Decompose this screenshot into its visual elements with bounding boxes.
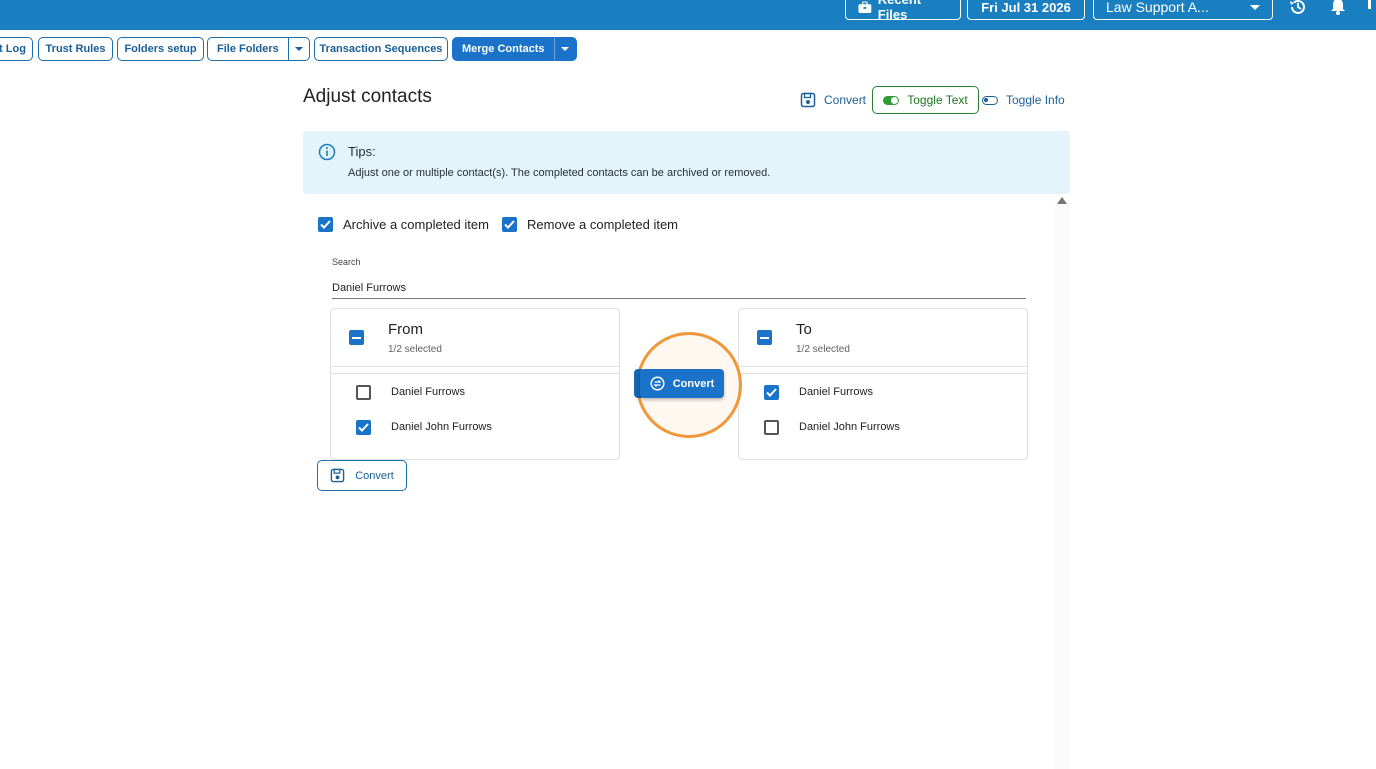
bottom-convert-label: Convert — [355, 469, 394, 482]
info-icon — [318, 143, 336, 161]
item-label: Daniel John Furrows — [391, 421, 492, 433]
recent-files-button[interactable]: Recent Files — [845, 0, 961, 22]
tab-label: Folders setup — [124, 43, 197, 55]
more-icon[interactable] — [1362, 0, 1376, 18]
toggle-text-label: Toggle Text — [907, 93, 968, 107]
check-icon — [766, 387, 777, 397]
scrollbar-track[interactable] — [1055, 205, 1070, 769]
item-label: Daniel Furrows — [799, 386, 873, 398]
from-select-all-checkbox[interactable] — [349, 330, 364, 345]
tab-label: Transaction Sequences — [319, 43, 443, 55]
date-label: Fri Jul 31 2026 — [981, 0, 1071, 15]
remove-checkbox[interactable] — [502, 217, 517, 232]
remove-option[interactable]: Remove a completed item — [502, 217, 678, 232]
tab-label: Trust Rules — [45, 43, 106, 55]
item-checkbox[interactable] — [356, 384, 371, 400]
toggle-off-icon — [982, 95, 998, 105]
tab-transaction-sequences[interactable]: Transaction Sequences — [314, 37, 448, 61]
toggle-on-icon — [883, 95, 900, 105]
top-app-bar: Recent Files Fri Jul 31 2026 Law Support… — [0, 0, 1376, 30]
save-icon — [800, 92, 816, 108]
bell-icon[interactable] — [1327, 0, 1349, 18]
user-select[interactable]: Law Support A... — [1093, 0, 1273, 20]
merge-convert-label: Convert — [672, 377, 715, 390]
item-label: Daniel Furrows — [391, 386, 465, 398]
from-list-header: From 1/2 selected — [331, 309, 619, 367]
to-list-header: To 1/2 selected — [739, 309, 1027, 367]
tips-title: Tips: — [348, 144, 376, 159]
divider — [331, 373, 619, 374]
list-item[interactable]: Daniel John Furrows — [739, 412, 1027, 442]
history-icon[interactable] — [1287, 0, 1309, 18]
to-list-title: To — [796, 321, 812, 338]
tab-label: t Log — [0, 43, 26, 55]
tab-file-folders[interactable]: File Folders — [207, 37, 310, 61]
archive-option[interactable]: Archive a completed item — [318, 217, 489, 232]
scroll-up-arrow-icon[interactable] — [1057, 197, 1067, 204]
from-list-title: From — [388, 321, 423, 338]
swap-circle-icon — [650, 376, 665, 391]
briefcase-icon — [858, 0, 872, 13]
header-convert-button[interactable]: Convert — [800, 86, 866, 114]
list-item[interactable]: Daniel Furrows — [331, 377, 619, 407]
header-convert-label: Convert — [824, 93, 867, 107]
check-icon — [320, 220, 331, 229]
search-label: Search — [332, 257, 361, 267]
tab-merge-contacts[interactable]: Merge Contacts — [452, 37, 577, 61]
tips-text: Adjust one or multiple contact(s). The c… — [348, 167, 771, 179]
page-title: Adjust contacts — [303, 86, 432, 107]
item-checkbox[interactable] — [356, 419, 371, 435]
item-label: Daniel John Furrows — [799, 421, 900, 433]
caret-down-icon[interactable] — [287, 38, 309, 60]
chevron-down-icon — [1250, 4, 1260, 10]
item-checkbox[interactable] — [764, 384, 779, 400]
recent-files-label: Recent Files — [877, 0, 921, 22]
toggle-info-button[interactable]: Toggle Info — [982, 86, 1065, 114]
archive-checkbox[interactable] — [318, 217, 333, 232]
list-item[interactable]: Daniel John Furrows — [331, 412, 619, 442]
tab-label: Merge Contacts — [462, 43, 545, 55]
tab-label: File Folders — [217, 43, 279, 55]
to-selected-count: 1/2 selected — [796, 344, 850, 355]
check-icon — [358, 422, 369, 432]
item-checkbox[interactable] — [764, 419, 779, 435]
archive-label: Archive a completed item — [343, 217, 489, 232]
from-selected-count: 1/2 selected — [388, 344, 442, 355]
bottom-convert-button[interactable]: Convert — [317, 460, 407, 491]
to-list: To 1/2 selected Daniel Furrows Daniel Jo… — [738, 308, 1028, 460]
date-button[interactable]: Fri Jul 31 2026 — [967, 0, 1085, 20]
toggle-text-button[interactable]: Toggle Text — [872, 86, 979, 114]
remove-label: Remove a completed item — [527, 217, 679, 232]
from-list: From 1/2 selected Daniel Furrows Daniel … — [330, 308, 620, 460]
merge-convert-button[interactable]: Convert — [640, 369, 724, 398]
list-item[interactable]: Daniel Furrows — [739, 377, 1027, 407]
divider — [739, 373, 1027, 374]
tips-panel: Tips: Adjust one or multiple contact(s).… — [303, 131, 1070, 194]
tab-trust-rules[interactable]: Trust Rules — [38, 37, 113, 61]
save-icon — [330, 468, 345, 483]
toggle-info-label: Toggle Info — [1006, 93, 1065, 107]
caret-down-icon[interactable] — [553, 38, 576, 60]
tab-folders-setup[interactable]: Folders setup — [117, 37, 204, 61]
search-input[interactable] — [332, 278, 1026, 299]
tab-audit-log[interactable]: t Log — [0, 37, 33, 61]
user-label: Law Support A... — [1106, 0, 1209, 15]
check-icon — [504, 220, 515, 229]
to-select-all-checkbox[interactable] — [757, 330, 772, 345]
